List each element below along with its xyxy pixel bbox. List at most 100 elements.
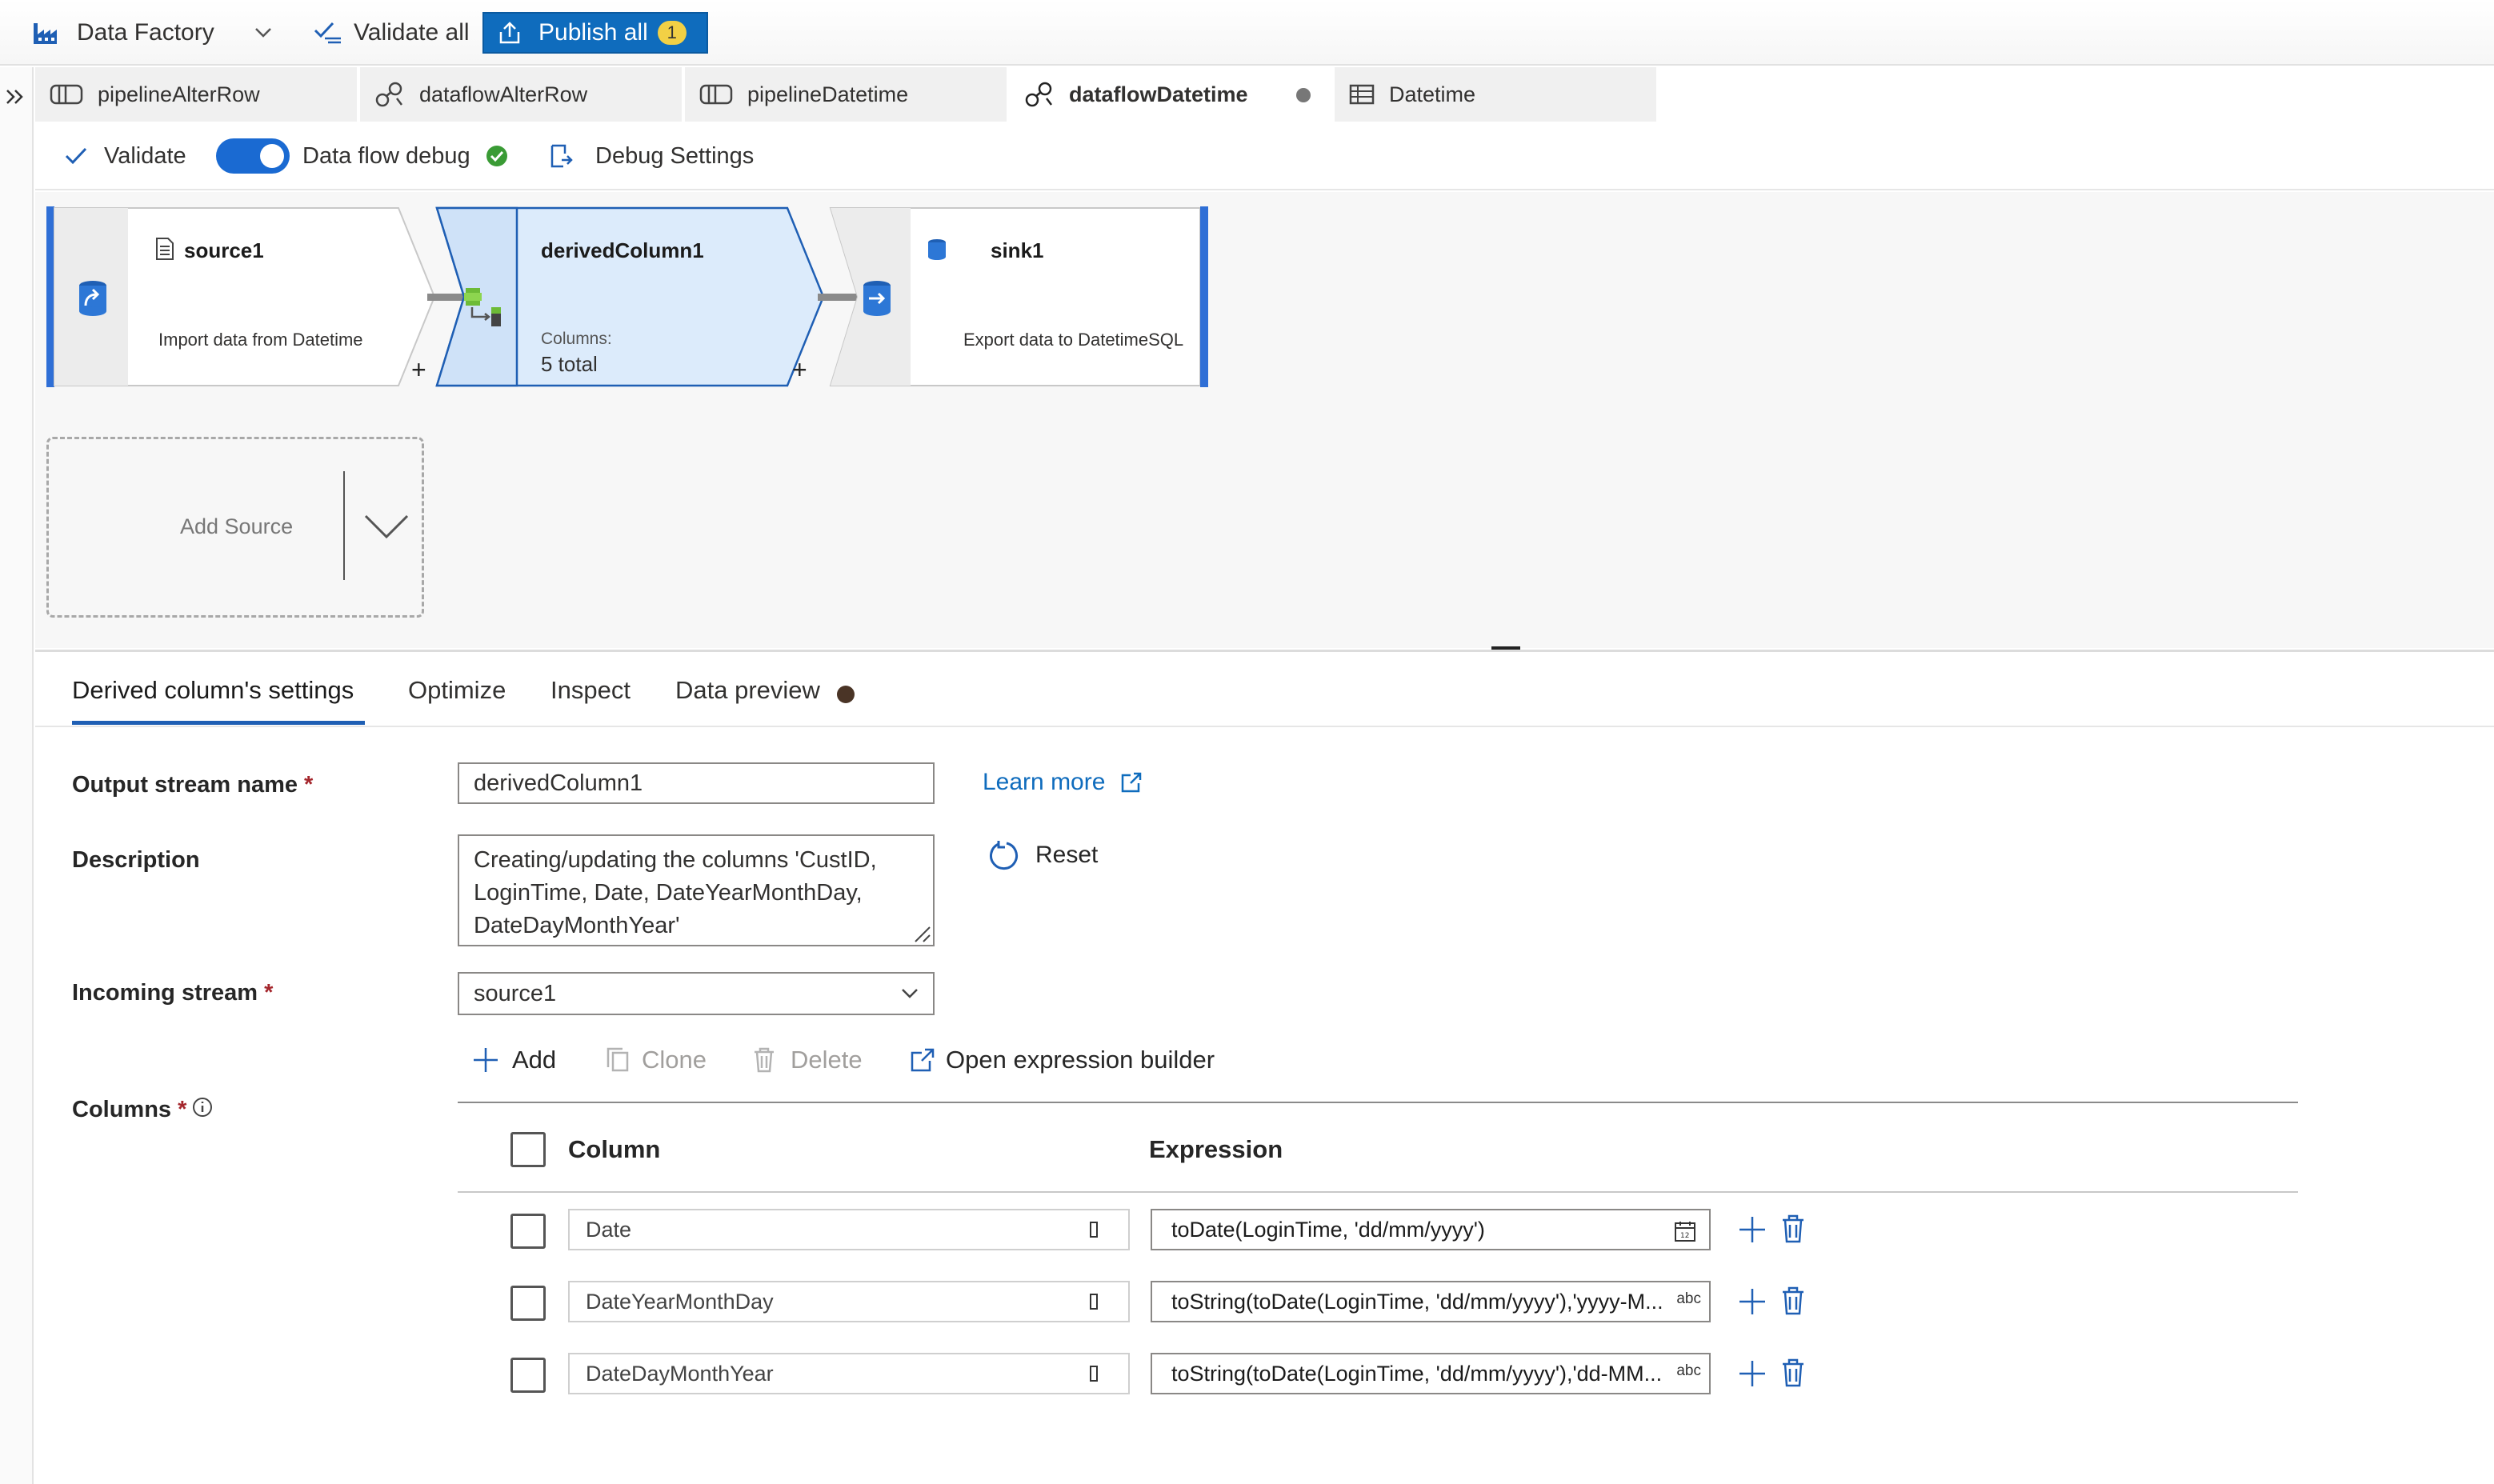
output-stream-input[interactable]: derivedColumn1 — [458, 762, 935, 804]
debug-toggle-group: Data flow debug — [216, 122, 509, 190]
tab-derived-settings[interactable]: Derived column's settings — [72, 676, 354, 705]
tab-dataflowalterrow[interactable]: dataflowAlterRow — [360, 67, 683, 122]
column-name-input[interactable]: DateYearMonthDay — [568, 1281, 1130, 1322]
source-icon — [79, 281, 106, 316]
description-label: Description — [72, 847, 200, 873]
tab-data-preview[interactable]: Data preview — [675, 676, 820, 705]
info-icon[interactable] — [192, 1097, 213, 1118]
clone-icon — [606, 1047, 629, 1072]
delete-row-trash-icon[interactable] — [1781, 1358, 1805, 1388]
add-column-button[interactable]: Add — [472, 1046, 556, 1074]
source-node-shape — [54, 207, 436, 386]
publish-icon — [499, 22, 520, 44]
sink-title: sink1 — [991, 238, 1044, 262]
add-row-plus-icon[interactable] — [1738, 1287, 1767, 1316]
tab-pipelinealterrow[interactable]: pipelineAlterRow — [35, 67, 358, 122]
derivedcolumn1-node[interactable]: derivedColumn1 Columns: 5 total + — [435, 206, 851, 387]
expression-input[interactable]: toString(toDate(LoginTime, 'dd/mm/yyyy')… — [1151, 1281, 1711, 1322]
tab-optimize[interactable]: Optimize — [408, 676, 506, 705]
reset-icon — [990, 841, 1018, 870]
data-flow-debug-toggle[interactable] — [216, 138, 290, 174]
column-name-input[interactable]: DateDayMonthYear — [568, 1353, 1130, 1394]
tab-dataflowdatetime[interactable]: dataflowDatetime — [1010, 67, 1333, 122]
learn-more-link[interactable]: Learn more — [983, 769, 1143, 796]
sink-description: Export data to DatetimeSQL — [963, 330, 1184, 350]
svg-text:12: 12 — [1680, 1232, 1689, 1240]
open-builder-icon — [911, 1048, 935, 1072]
tab-datetime[interactable]: Datetime — [1335, 67, 1658, 122]
add-row-plus-icon[interactable] — [1738, 1215, 1767, 1244]
pipeline-icon — [50, 84, 83, 105]
column-type-icon — [1090, 1222, 1098, 1238]
chevron-down-icon — [902, 989, 918, 998]
active-tab-underline — [72, 721, 365, 725]
expression-input[interactable]: toDate(LoginTime, 'dd/mm/yyyy') 12 — [1151, 1209, 1711, 1250]
publish-count-badge: 1 — [657, 21, 687, 45]
properties-panel: Derived column's settings Optimize Inspe… — [35, 650, 2494, 1484]
delete-column-button[interactable]: Delete — [752, 1046, 863, 1074]
debug-settings-button[interactable]: Debug Settings — [547, 122, 754, 190]
publish-all-button[interactable]: Publish all 1 — [482, 12, 708, 54]
string-type-icon: abc — [1671, 1290, 1701, 1308]
add-transform-plus-button[interactable]: + — [411, 355, 426, 385]
select-all-checkbox[interactable] — [510, 1132, 546, 1167]
column-name-input[interactable]: Date — [568, 1209, 1130, 1250]
string-type-icon: abc — [1671, 1362, 1701, 1380]
tab-divider — [35, 726, 2494, 727]
grid-header-border — [458, 1191, 2298, 1193]
sink1-node[interactable]: sink1 Export data to DatetimeSQL — [829, 206, 1213, 387]
delete-row-trash-icon[interactable] — [1781, 1214, 1805, 1244]
validate-label: Validate — [104, 142, 186, 169]
debug-settings-icon — [550, 144, 573, 168]
document-icon — [156, 238, 174, 260]
column-header: Column — [568, 1135, 661, 1163]
debug-label: Data flow debug — [302, 142, 470, 169]
row-checkbox[interactable] — [510, 1358, 546, 1393]
resize-grip-icon[interactable] — [912, 924, 931, 943]
validate-all-button[interactable]: Validate all — [314, 0, 470, 66]
debug-status-check-icon — [486, 146, 507, 166]
chevron-down-icon[interactable] — [362, 513, 410, 542]
row-checkbox[interactable] — [510, 1286, 546, 1321]
column-type-icon — [1090, 1294, 1098, 1310]
reset-button[interactable]: Reset — [987, 839, 1098, 871]
calendar-icon: 12 — [1675, 1222, 1695, 1242]
incoming-stream-select[interactable]: source1 — [458, 972, 935, 1015]
open-expression-builder-button[interactable]: Open expression builder — [909, 1046, 1215, 1074]
source1-node[interactable]: source1 Import data from Datetime + — [46, 206, 462, 387]
plus-icon — [474, 1048, 498, 1072]
delete-row-trash-icon[interactable] — [1781, 1286, 1805, 1316]
sql-database-icon — [928, 239, 946, 260]
validate-button[interactable]: Validate — [64, 122, 186, 190]
derived-column-icon — [464, 288, 501, 326]
columns-label: Columns * — [72, 1097, 187, 1122]
left-rail — [0, 67, 34, 1484]
dataflow-icon — [1025, 82, 1052, 107]
add-row-plus-icon[interactable] — [1738, 1359, 1767, 1388]
output-stream-label: Output stream name * — [72, 772, 314, 798]
add-source-button[interactable]: Add Source — [46, 437, 424, 618]
tab-label: dataflowAlterRow — [419, 82, 588, 106]
source-title: source1 — [184, 238, 264, 262]
dataflow-icon — [375, 82, 402, 107]
clone-column-button[interactable]: Clone — [605, 1046, 707, 1074]
validate-all-icon — [314, 22, 341, 44]
table-icon — [1349, 84, 1375, 105]
external-link-icon — [1122, 772, 1142, 793]
tab-label: dataflowDatetime — [1069, 82, 1248, 106]
editor-tabs: pipelineAlterRow dataflowAlterRow pipeli… — [35, 67, 2494, 122]
trash-icon — [755, 1047, 774, 1073]
tab-inspect[interactable]: Inspect — [550, 676, 631, 705]
row-checkbox[interactable] — [510, 1214, 546, 1249]
add-transform-plus-button[interactable]: + — [792, 355, 807, 385]
tab-label: Datetime — [1389, 82, 1476, 106]
tab-pipelinedatetime[interactable]: pipelineDatetime — [685, 67, 1008, 122]
tab-label: pipelineAlterRow — [98, 82, 260, 106]
incoming-stream-label: Incoming stream * — [72, 980, 274, 1006]
expression-input[interactable]: toString(toDate(LoginTime, 'dd/mm/yyyy')… — [1151, 1353, 1711, 1394]
factory-icon — [34, 23, 57, 44]
data-factory-menu[interactable]: Data Factory — [32, 0, 272, 66]
expand-chevrons-icon[interactable] — [5, 88, 26, 106]
source-description: Import data from Datetime — [158, 330, 363, 350]
description-textarea[interactable]: Creating/updating the columns 'CustID, L… — [458, 834, 935, 946]
